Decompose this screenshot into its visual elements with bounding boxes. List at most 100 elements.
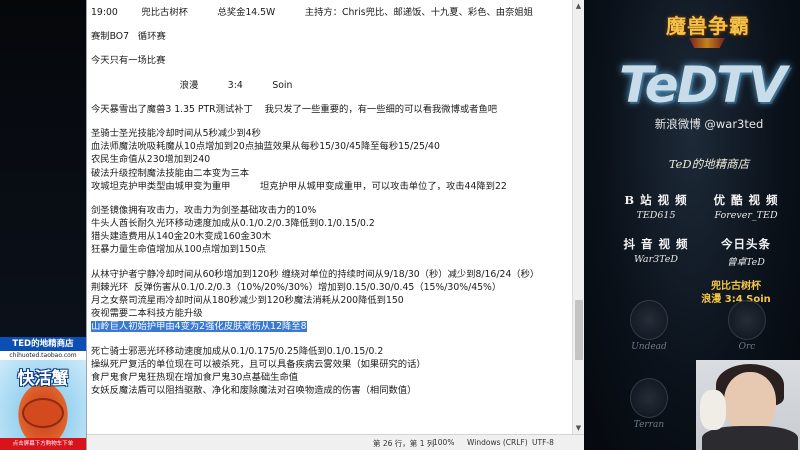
text-line-content: 浪漫 3:4 Soin bbox=[91, 79, 293, 91]
orc-emblem-icon bbox=[728, 300, 766, 340]
race-orc: Orc bbox=[712, 300, 782, 352]
text-line[interactable] bbox=[91, 68, 573, 79]
text-line-content: 夜视需要二本科技方能升级 bbox=[91, 308, 203, 320]
text-line-content: 血法师魔法吮吸耗魔从10点增加到20点抽蓝效果从每秒15/30/45降至每秒15… bbox=[91, 141, 440, 153]
text-line[interactable]: 荆棘光环 反弹伤害从0.1/0.2/0.3（10%/20%/30%）增加到0.1… bbox=[91, 281, 573, 294]
text-line[interactable]: 女妖反魔法盾可以阻挡驱散、净化和废除魔法对召唤物造成的伤害（相同数值） bbox=[91, 384, 573, 397]
social-handle: War3TeD bbox=[633, 254, 679, 265]
webcam-face bbox=[724, 372, 776, 432]
text-line-content: 今天只有一场比赛 bbox=[91, 55, 166, 67]
text-line[interactable] bbox=[91, 257, 573, 268]
text-line[interactable] bbox=[91, 43, 573, 54]
text-line-content: 今天暴雪出了魔兽3 1.35 PTR测试补丁 我只发了一些重要的，有一些细的可以… bbox=[91, 103, 498, 115]
text-line-content: 猎头建造费用从140金20木变成160金30木 bbox=[91, 231, 272, 243]
text-line-content: 攻城坦克护甲类型由城甲变为重甲 坦克护甲从城甲变成重甲，可以攻击单位了，攻击44… bbox=[91, 180, 507, 192]
text-line-content: 荆棘光环 反弹伤害从0.1/0.2/0.3（10%/20%/30%）增加到0.1… bbox=[91, 281, 502, 293]
text-line-content: 操纵死尸复活的单位现在可以被杀死，且可以具备疾病云雾效果（如果研究的话） bbox=[91, 358, 426, 370]
text-line-content: 死亡骑士邪恶光环移动速度加成从0.1/0.175/0.25降低到0.1/0.15… bbox=[91, 345, 384, 357]
text-line[interactable]: 夜视需要二本科技方能升级 bbox=[91, 307, 573, 320]
text-line[interactable]: 从林守护者宁静冷却时间从60秒增加到120秒 缠绕对单位的持续时间从9/18/3… bbox=[91, 268, 573, 281]
text-line[interactable]: 今天只有一场比赛 bbox=[91, 54, 573, 67]
text-line-content: 19:00 兜比古树杯 总奖金14.5W 主持方：Chris兜比、邮递饭、十九夏… bbox=[91, 7, 533, 18]
social-handle: Forever_TED bbox=[714, 210, 778, 221]
text-line-content: 月之女祭司流星雨冷却时间从180秒减少到120秒魔法消耗从200降低到150 bbox=[91, 295, 404, 306]
scroll-down-arrow-icon[interactable]: ▼ bbox=[573, 422, 584, 434]
social-handle: 曾卓TeD bbox=[727, 257, 765, 268]
text-line[interactable]: 牛头人酋长耐久光环移动速度加成从0.1/0.2/0.3降低到0.1/0.15/0… bbox=[91, 217, 573, 230]
social-douyin: 抖 音 视 频 War3TeD bbox=[606, 236, 706, 265]
social-toutiao: 今日头条 曾卓TeD bbox=[696, 236, 796, 268]
status-zoom: 100% bbox=[433, 438, 455, 447]
crab-icon bbox=[22, 398, 64, 428]
social-title: 抖 音 视 频 bbox=[623, 237, 689, 251]
status-eol: Windows (CRLF) bbox=[467, 438, 528, 447]
text-line[interactable]: 圣骑士圣光技能冷却时间从5秒减少到4秒 bbox=[91, 127, 573, 140]
undead-emblem-icon bbox=[630, 300, 668, 340]
text-line-content: 剑圣镜像拥有攻击力，攻击力为剑圣基础攻击力的10% bbox=[91, 204, 317, 216]
social-handle: TED615 bbox=[636, 210, 676, 221]
race-label: Orc bbox=[738, 342, 756, 352]
text-line[interactable]: 猎头建造费用从140金20木变成160金30木 bbox=[91, 230, 573, 243]
text-line[interactable]: 血法师魔法吮吸耗魔从10点增加到20点抽蓝效果从每秒15/30/45降至每秒15… bbox=[91, 140, 573, 153]
status-bar: 第 26 行，第 1 列 100% Windows (CRLF) UTF-8 bbox=[87, 434, 585, 450]
race-undead: Undead bbox=[614, 300, 684, 352]
text-line[interactable]: 死亡骑士邪恶光环移动速度加成从0.1/0.175/0.25降低到0.1/0.15… bbox=[91, 345, 573, 358]
text-line[interactable]: 19:00 兜比古树杯 总奖金14.5W 主持方：Chris兜比、邮递饭、十九夏… bbox=[91, 6, 573, 19]
text-line-content: 从林守护者宁静冷却时间从60秒增加到120秒 缠绕对单位的持续时间从9/18/3… bbox=[91, 268, 540, 280]
text-line-content: 圣骑士圣光技能冷却时间从5秒减少到4秒 bbox=[91, 127, 261, 139]
text-line-content: 狂暴力量生命值增加从100点增加到150点 bbox=[91, 244, 266, 256]
text-line[interactable]: 月之女祭司流星雨冷却时间从180秒减少到120秒魔法消耗从200降低到150 bbox=[91, 294, 573, 307]
text-line[interactable] bbox=[91, 193, 573, 204]
text-line[interactable]: 赛制BO7 循环赛 bbox=[91, 30, 573, 43]
notepad-window: 19:00 兜比古树杯 总奖金14.5W 主持方：Chris兜比、邮递饭、十九夏… bbox=[86, 0, 585, 450]
text-line[interactable]: 破法升级控制魔法技能由二本变为三本 bbox=[91, 167, 573, 180]
text-line[interactable] bbox=[91, 334, 573, 345]
race-terran: Terran bbox=[614, 378, 684, 430]
text-line[interactable] bbox=[91, 92, 573, 103]
text-line[interactable]: 剑圣镜像拥有攻击力，攻击力为剑圣基础攻击力的10% bbox=[91, 204, 573, 217]
ad-url: chihuoted.taobao.com bbox=[9, 352, 77, 359]
ad-brand: 快活蟹 bbox=[17, 369, 69, 389]
ad-artwork: 快活蟹 bbox=[0, 360, 86, 438]
race-label: Undead bbox=[631, 342, 667, 352]
warcraft-emblem-icon bbox=[689, 38, 725, 48]
selected-text-line[interactable]: 山岭巨人初始护甲由4变为2强化皮肤减伤从12降至8 bbox=[91, 320, 573, 333]
stream-overlay-panel: 魔兽争霸 TeDTV 新浪微博 @war3ted TeD的地精商店 B 站 视 … bbox=[584, 0, 800, 450]
match-tournament: 兜比古树杯 bbox=[711, 281, 761, 292]
tedtv-logo: TeDTV bbox=[619, 56, 787, 114]
text-line[interactable]: 浪漫 3:4 Soin bbox=[91, 79, 573, 92]
vertical-scrollbar[interactable]: ▲ ▼ bbox=[572, 0, 584, 434]
ad-title: TED的地精商店 bbox=[0, 337, 86, 351]
text-line-content: 赛制BO7 循环赛 bbox=[91, 31, 166, 43]
terran-emblem-icon bbox=[630, 378, 668, 418]
text-line[interactable]: 今天暴雪出了魔兽3 1.35 PTR测试补丁 我只发了一些重要的，有一些细的可以… bbox=[91, 103, 573, 116]
warcraft-brand-title: 魔兽争霸 bbox=[666, 14, 750, 38]
text-line-content: 女妖反魔法盾可以阻挡驱散、净化和废除魔法对召唤物造成的伤害（相同数值） bbox=[91, 385, 417, 397]
text-line-content: 农民生命值从230增加到240 bbox=[91, 154, 211, 166]
text-line[interactable]: 操纵死尸复活的单位现在可以被杀死，且可以具备疾病云雾效果（如果研究的话） bbox=[91, 358, 573, 371]
scroll-up-arrow-icon[interactable]: ▲ bbox=[573, 0, 584, 12]
text-line-content: 破法升级控制魔法技能由二本变为三本 bbox=[91, 167, 250, 179]
text-line-content: 牛头人酋长耐久光环移动速度加成从0.1/0.2/0.3降低到0.1/0.15/0… bbox=[91, 218, 375, 230]
shop-ad-banner[interactable]: TED的地精商店 chihuoted.taobao.com 快活蟹 点击屏幕下方… bbox=[0, 337, 86, 450]
streamer-webcam bbox=[696, 360, 800, 450]
text-line[interactable]: 攻城坦克护甲类型由城甲变为重甲 坦克护甲从城甲变成重甲，可以攻击单位了，攻击44… bbox=[91, 180, 573, 193]
social-title: 今日头条 bbox=[721, 237, 771, 251]
social-title: B 站 视 频 bbox=[624, 193, 688, 207]
text-line[interactable]: 农民生命值从230增加到240 bbox=[91, 153, 573, 166]
plush-toy-icon bbox=[700, 390, 726, 430]
scrollbar-thumb[interactable] bbox=[575, 300, 583, 360]
social-title: 优 酷 视 频 bbox=[713, 193, 779, 207]
status-position: 第 26 行，第 1 列 bbox=[373, 439, 435, 448]
status-encoding: UTF-8 bbox=[532, 438, 554, 447]
text-line[interactable]: 狂暴力量生命值增加从100点增加到150点 bbox=[91, 243, 573, 256]
race-label: Terran bbox=[633, 420, 665, 430]
text-line[interactable] bbox=[91, 116, 573, 127]
text-line[interactable] bbox=[91, 19, 573, 30]
text-line-content: 山岭巨人初始护甲由4变为2强化皮肤减伤从12降至8 bbox=[91, 321, 307, 333]
text-editor[interactable]: 19:00 兜比古树杯 总奖金14.5W 主持方：Chris兜比、邮递饭、十九夏… bbox=[87, 0, 573, 434]
text-line-content: 食尸鬼食尸鬼狂热现在增加食尸鬼30点基础生命值 bbox=[91, 371, 299, 383]
social-youku: 优 酷 视 频 Forever_TED bbox=[696, 192, 796, 221]
social-bilibili: B 站 视 频 TED615 bbox=[606, 192, 706, 221]
text-line[interactable]: 食尸鬼食尸鬼狂热现在增加食尸鬼30点基础生命值 bbox=[91, 371, 573, 384]
